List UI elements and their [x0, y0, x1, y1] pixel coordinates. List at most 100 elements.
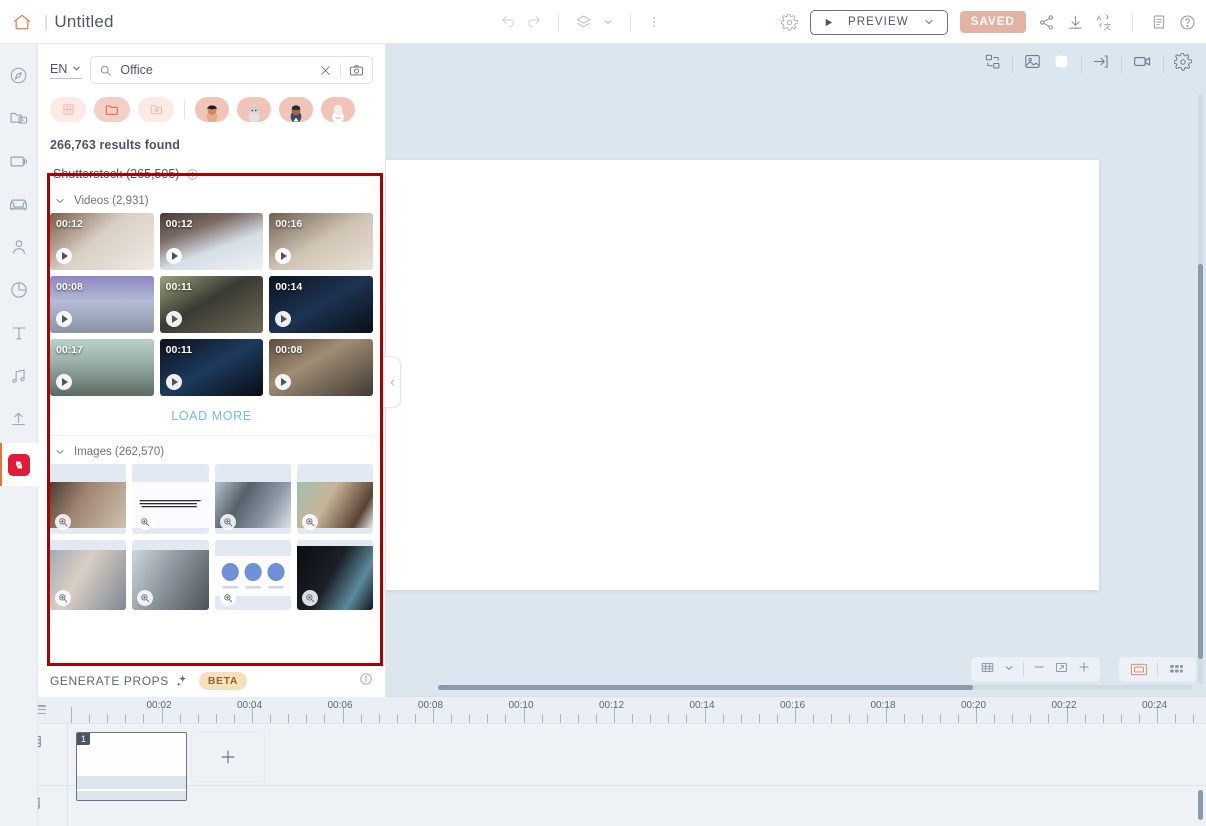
video-thumbnail[interactable]: 00:17: [50, 339, 154, 396]
ruler-minor-tick: [179, 714, 181, 723]
info-icon[interactable]: [186, 168, 199, 181]
avatar-2[interactable]: [237, 97, 271, 122]
canvas-horizontal-scrollbar[interactable]: [438, 685, 973, 690]
sidebar-item-my-files[interactable]: [0, 99, 38, 142]
zoom-grid-chevron-down-icon[interactable]: [1003, 661, 1015, 679]
language-selector[interactable]: EN: [50, 62, 83, 79]
sidebar-item-scenes[interactable]: [0, 142, 38, 185]
home-icon[interactable]: [0, 0, 44, 44]
video-thumbnail[interactable]: 00:08: [269, 339, 373, 396]
enter-icon[interactable]: [1092, 52, 1111, 76]
filter-chip-props[interactable]: [94, 97, 130, 122]
video-thumbnail[interactable]: 00:12: [159, 213, 264, 270]
single-frame-icon[interactable]: [1125, 660, 1153, 680]
help-circle-icon[interactable]: [1179, 14, 1196, 31]
grid-view-icon[interactable]: [1162, 660, 1190, 680]
search-box[interactable]: [90, 56, 373, 84]
ruler-tick-label: 00:12: [599, 700, 625, 711]
toolbar-divider-1: [558, 13, 559, 31]
image-thumbnail[interactable]: [50, 540, 127, 610]
layers-chevron-down-icon[interactable]: [602, 16, 614, 28]
video-thumbnail[interactable]: 00:14: [269, 276, 373, 333]
sidebar-item-shutterstock[interactable]: [0, 443, 38, 486]
avatar-1[interactable]: [195, 97, 229, 122]
images-section-header[interactable]: Images (262,570): [50, 436, 373, 464]
sidebar-item-text[interactable]: [0, 314, 38, 357]
sidebar-item-discover[interactable]: [0, 56, 38, 99]
magnify-icon[interactable]: [301, 590, 318, 606]
arrange-icon[interactable]: [984, 53, 1002, 76]
results-scroll-area[interactable]: Shutterstock (265,505) Videos (2,931) 00…: [38, 158, 385, 694]
download-icon[interactable]: [1067, 14, 1084, 31]
sidebar-item-music[interactable]: [0, 357, 38, 400]
play-icon: [275, 374, 292, 390]
sidebar-item-uploads[interactable]: [0, 400, 38, 443]
timeline-scrollbar[interactable]: [1198, 790, 1203, 820]
magnify-icon[interactable]: [55, 514, 71, 530]
video-camera-icon[interactable]: [1132, 51, 1153, 77]
plus-icon[interactable]: [1077, 660, 1091, 679]
filter-chip-video[interactable]: [50, 97, 86, 122]
more-vertical-icon[interactable]: [647, 15, 661, 29]
video-thumbnail[interactable]: 00:16: [269, 213, 373, 270]
image-thumbnail[interactable]: [132, 540, 209, 610]
left-sidebar-rail: [0, 44, 38, 826]
document-title[interactable]: Untitled: [54, 12, 113, 32]
magnify-icon[interactable]: [55, 590, 71, 606]
video-thumbnail[interactable]: 00:08: [50, 276, 154, 333]
image-thumbnail[interactable]: [214, 464, 291, 534]
image-icon[interactable]: [1023, 52, 1042, 76]
video-thumbnail[interactable]: 00:11: [159, 339, 264, 396]
gear-icon[interactable]: [780, 13, 798, 31]
image-thumbnail[interactable]: [132, 464, 209, 534]
avatar-3[interactable]: [279, 97, 313, 122]
artboard-canvas[interactable]: [383, 160, 1099, 590]
translate-icon[interactable]: A文: [1096, 13, 1114, 31]
layers-icon[interactable]: [575, 14, 592, 31]
notes-icon[interactable]: [1151, 14, 1167, 30]
ruler-tick-label: 00:14: [689, 700, 715, 711]
minus-icon[interactable]: [1032, 660, 1046, 679]
sidebar-item-characters[interactable]: [0, 228, 38, 271]
video-thumbnail[interactable]: 00:11: [159, 276, 264, 333]
generate-props-bar: GENERATE PROPS BETA: [38, 664, 386, 697]
sidebar-item-charts[interactable]: [0, 271, 38, 314]
color-swatch-icon[interactable]: [1052, 52, 1071, 76]
videos-section-header[interactable]: Videos (2,931): [50, 185, 373, 213]
search-row: EN: [50, 56, 373, 84]
redo-icon[interactable]: [526, 14, 542, 30]
add-scene-button[interactable]: [191, 732, 265, 782]
preview-button[interactable]: PREVIEW: [809, 9, 948, 35]
ruler-minor-tick: [595, 714, 597, 723]
asset-search-panel: EN Office 266,763 results found Shutters…: [38, 44, 386, 694]
fit-screen-icon[interactable]: [1054, 660, 1069, 680]
camera-icon[interactable]: [349, 63, 364, 78]
search-input[interactable]: [120, 63, 311, 77]
avatar-4[interactable]: [321, 97, 355, 122]
image-thumbnail[interactable]: [296, 464, 373, 534]
image-thumbnail[interactable]: [296, 540, 373, 610]
undo-icon[interactable]: [500, 14, 516, 30]
canvas-settings-gear-icon[interactable]: [1173, 52, 1193, 76]
sidebar-item-props[interactable]: [0, 185, 38, 228]
timeline-scenes-track-icon[interactable]: [0, 774, 38, 826]
generate-props-label[interactable]: GENERATE PROPS: [50, 674, 169, 688]
magnify-icon[interactable]: [219, 590, 236, 606]
zoom-divider: [1023, 662, 1024, 677]
close-icon[interactable]: [319, 64, 332, 77]
image-thumbnail[interactable]: [50, 464, 127, 534]
magnify-icon[interactable]: [219, 514, 236, 530]
grid-icon[interactable]: [980, 660, 995, 680]
generate-props-info-icon[interactable]: [359, 672, 373, 691]
panel-collapse-button[interactable]: [384, 356, 401, 408]
load-more-button[interactable]: LOAD MORE: [50, 396, 373, 436]
filter-chip-characters[interactable]: [138, 97, 174, 122]
magnify-icon[interactable]: [301, 514, 318, 530]
video-thumbnail[interactable]: 00:12: [50, 213, 154, 270]
share-icon[interactable]: [1038, 14, 1055, 31]
canvas-vertical-scrollbar[interactable]: [1198, 264, 1203, 659]
image-thumbnail[interactable]: [214, 540, 291, 610]
ruler-minor-tick: [1138, 714, 1140, 723]
timeline-ruler[interactable]: 00:02 00:04 00:06 00:08 00:10 00:12 00:14 00:16…: [0, 697, 1206, 724]
saved-status-badge[interactable]: SAVED: [959, 11, 1026, 33]
